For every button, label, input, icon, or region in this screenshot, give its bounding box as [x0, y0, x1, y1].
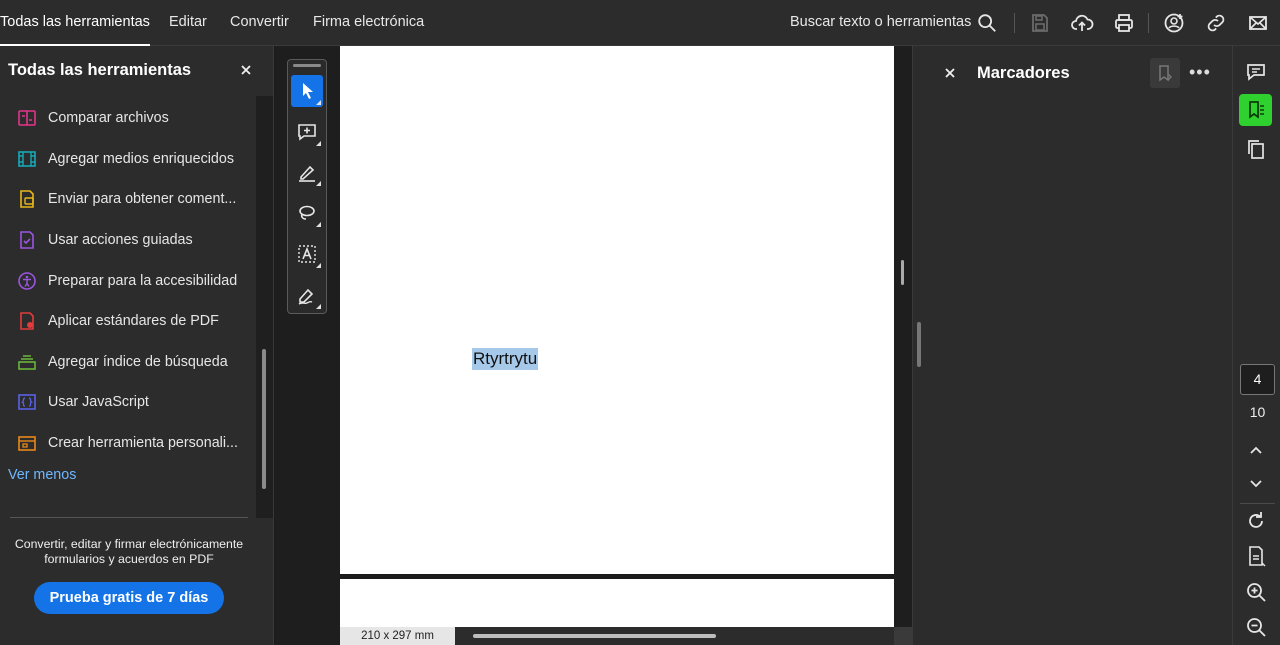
- page-dimensions: 210 x 297 mm: [340, 627, 455, 645]
- comments-icon[interactable]: [1244, 60, 1268, 84]
- lasso-icon: [299, 205, 315, 220]
- selected-document-text[interactable]: Rtyrtrytu: [472, 348, 539, 370]
- tool-label: Crear herramienta personali...: [48, 435, 238, 452]
- tools-list: Comparar archivos Agregar medios enrique…: [0, 98, 256, 463]
- tool-item-javascript[interactable]: Usar JavaScript: [0, 382, 256, 423]
- tool-label: Usar JavaScript: [48, 394, 149, 411]
- top-toolbar: Todas las herramientas Editar Convertir …: [0, 0, 1280, 46]
- dropdown-indicator: [316, 222, 321, 227]
- select-tool-button[interactable]: [291, 75, 323, 107]
- custom-tool-icon: [17, 433, 37, 453]
- highlight-tool-button[interactable]: [291, 156, 323, 188]
- free-trial-button[interactable]: Prueba gratis de 7 días: [34, 582, 224, 614]
- zoom-out-icon[interactable]: [1244, 615, 1268, 639]
- toolbar-divider: [1148, 13, 1149, 33]
- close-icon[interactable]: [943, 66, 957, 80]
- toolbar-divider: [1014, 13, 1015, 33]
- search-index-icon: [17, 352, 37, 372]
- guided-actions-icon: [17, 230, 37, 250]
- tool-label: Comparar archivos: [48, 110, 169, 127]
- zoom-in-icon[interactable]: [1244, 580, 1268, 604]
- rich-media-icon: [17, 149, 37, 169]
- tool-label: Agregar medios enriquecidos: [48, 150, 234, 167]
- tool-label: Enviar para obtener coment...: [48, 191, 237, 208]
- text-select-tool-button[interactable]: [291, 238, 323, 270]
- panel-resize-handle[interactable]: [917, 322, 921, 367]
- add-bookmark-icon: [1159, 65, 1172, 82]
- see-less-link[interactable]: Ver menos: [8, 467, 76, 483]
- tool-item-rich-media[interactable]: Agregar medios enriquecidos: [0, 139, 256, 180]
- tools-scrollbar-thumb[interactable]: [262, 349, 266, 489]
- accessibility-icon: [17, 271, 37, 291]
- search-icon[interactable]: [976, 12, 998, 34]
- tool-label: Aplicar estándares de PDF: [48, 313, 219, 330]
- compare-files-icon: [17, 108, 37, 128]
- tab-esign[interactable]: Firma electrónica: [313, 0, 424, 46]
- bookmarks-panel: [912, 46, 1232, 645]
- tool-item-search-index[interactable]: Agregar índice de búsqueda: [0, 342, 256, 383]
- close-icon[interactable]: [238, 62, 254, 78]
- fill-sign-tool-button[interactable]: [291, 279, 323, 311]
- quick-tools-toolbar: [287, 59, 327, 314]
- dropdown-indicator: [316, 100, 321, 105]
- tool-item-pdf-standards[interactable]: Aplicar estándares de PDF: [0, 301, 256, 342]
- dropdown-indicator: [316, 141, 321, 146]
- current-page-input[interactable]: 4: [1240, 364, 1275, 395]
- tab-convert[interactable]: Convertir: [230, 0, 289, 46]
- pen-icon: [299, 165, 315, 182]
- draw-tool-button[interactable]: [291, 197, 323, 229]
- cloud-upload-icon[interactable]: [1070, 11, 1094, 35]
- tool-label: Usar acciones guiadas: [48, 232, 193, 249]
- search-tools-label[interactable]: Buscar texto o herramientas: [790, 0, 971, 46]
- tab-all-tools[interactable]: Todas las herramientas: [0, 0, 150, 46]
- viewer-scrollbar-gutter: [894, 46, 912, 645]
- tool-item-custom-tool[interactable]: Crear herramienta personali...: [0, 423, 256, 464]
- dropdown-indicator: [316, 304, 321, 309]
- rotate-icon[interactable]: [1244, 509, 1268, 533]
- tool-item-compare-files[interactable]: Comparar archivos: [0, 98, 256, 139]
- tools-panel-title: Todas las herramientas: [8, 61, 192, 79]
- link-icon[interactable]: [1204, 11, 1228, 35]
- fit-page-icon[interactable]: [1244, 544, 1268, 568]
- add-bookmark-button[interactable]: [1150, 58, 1180, 88]
- promo-divider: [10, 517, 248, 518]
- tool-label: Agregar índice de búsqueda: [48, 353, 228, 370]
- tab-edit[interactable]: Editar: [169, 0, 207, 46]
- document-page-next[interactable]: [340, 579, 894, 627]
- add-user-icon[interactable]: [1162, 11, 1186, 35]
- javascript-icon: [17, 392, 37, 412]
- add-comment-tool-button[interactable]: [291, 116, 323, 148]
- tool-label: Preparar para la accesibilidad: [48, 272, 238, 289]
- tool-item-guided-actions[interactable]: Usar acciones guiadas: [0, 220, 256, 261]
- dropdown-indicator: [316, 263, 321, 268]
- toolbar-drag-handle[interactable]: [293, 64, 321, 67]
- total-pages: 10: [1249, 404, 1266, 420]
- comment-add-icon: [298, 124, 316, 141]
- save-icon[interactable]: [1028, 11, 1052, 35]
- more-options-icon[interactable]: •••: [1189, 62, 1211, 83]
- tool-item-accessibility[interactable]: Preparar para la accesibilidad: [0, 260, 256, 301]
- vertical-scrollbar-thumb[interactable]: [901, 260, 904, 285]
- scrollbar-corner: [894, 627, 912, 645]
- document-page[interactable]: [340, 46, 894, 574]
- bookmark-icon: [1248, 101, 1264, 119]
- bookmarks-title: Marcadores: [977, 64, 1070, 82]
- send-comments-icon: [17, 189, 37, 209]
- tool-item-send-comments[interactable]: Enviar para obtener coment...: [0, 179, 256, 220]
- bookmarks-rail-button[interactable]: [1239, 94, 1272, 126]
- pages-icon[interactable]: [1244, 137, 1268, 161]
- all-tools-panel: Todas las herramientas Comparar archivos…: [0, 46, 274, 645]
- text-box-icon: [298, 245, 316, 263]
- horizontal-scrollbar-thumb[interactable]: [473, 634, 716, 638]
- print-icon[interactable]: [1112, 11, 1136, 35]
- rail-divider: [1240, 503, 1275, 504]
- chevron-up-icon[interactable]: [1244, 438, 1268, 462]
- email-icon[interactable]: [1246, 11, 1270, 35]
- chevron-down-icon[interactable]: [1244, 471, 1268, 495]
- cursor-icon: [303, 83, 313, 99]
- dropdown-indicator: [316, 181, 321, 186]
- promo-text: Convertir, editar y firmar electrónicame…: [14, 537, 244, 566]
- sign-icon: [298, 288, 314, 305]
- pdf-standards-icon: [17, 311, 37, 331]
